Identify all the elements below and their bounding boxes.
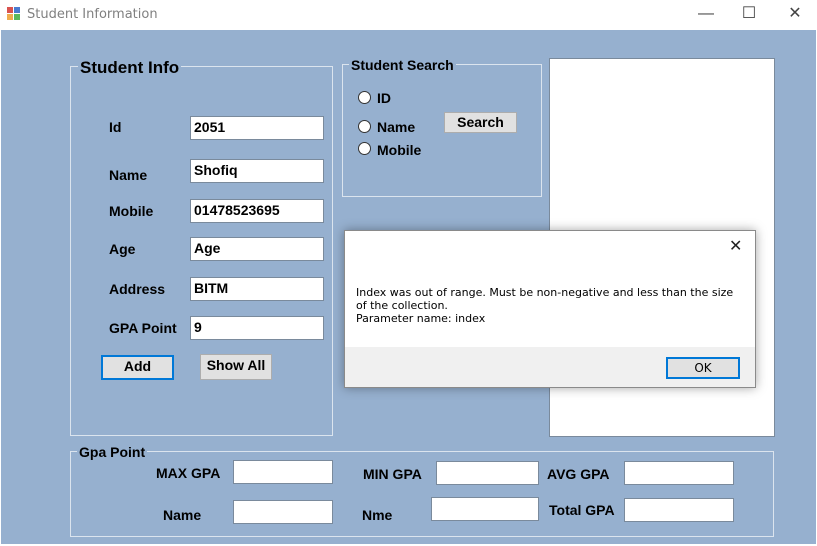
show-all-button[interactable]: Show All xyxy=(200,354,272,380)
radio-name[interactable] xyxy=(358,120,371,133)
radio-name-label[interactable]: Name xyxy=(377,119,415,135)
total-gpa-label: Total GPA xyxy=(549,502,615,518)
student-info-legend: Student Info xyxy=(78,58,182,78)
title-bar: Student Information — ☐ ✕ xyxy=(0,0,817,30)
name-label: Name xyxy=(109,167,148,183)
close-icon[interactable]: ✕ xyxy=(729,236,742,256)
name-field[interactable]: Shofiq xyxy=(190,159,324,183)
window-title: Student Information xyxy=(27,7,158,22)
error-message-line: Index was out of range. Must be non-nega… xyxy=(356,286,734,312)
total-gpa-field[interactable] xyxy=(624,498,734,522)
gpa-name-field[interactable] xyxy=(233,500,333,524)
nme-field[interactable] xyxy=(431,497,539,521)
radio-id-label[interactable]: ID xyxy=(377,90,391,106)
app-icon xyxy=(7,7,21,21)
radio-mobile[interactable] xyxy=(358,142,371,155)
gpa-name-label: Name xyxy=(163,507,202,523)
min-gpa-field[interactable] xyxy=(436,461,539,485)
max-gpa-field[interactable] xyxy=(233,460,333,484)
gpa-point-field[interactable]: 9 xyxy=(190,316,324,340)
error-parameter-line: Parameter name: index xyxy=(356,312,486,325)
gpa-point-legend: Gpa Point xyxy=(77,444,148,460)
search-button[interactable]: Search xyxy=(444,112,517,133)
minimize-button[interactable]: — xyxy=(683,0,729,30)
radio-id[interactable] xyxy=(358,91,371,104)
address-field[interactable]: BITM xyxy=(190,277,324,301)
avg-gpa-label: AVG GPA xyxy=(547,466,610,482)
gpa-point-label: GPA Point xyxy=(109,320,177,336)
close-window-button[interactable]: ✕ xyxy=(772,0,817,30)
error-message-dialog: ✕ Index was out of range. Must be non-ne… xyxy=(344,230,756,388)
age-field[interactable]: Age xyxy=(190,237,324,261)
maximize-button[interactable]: ☐ xyxy=(726,0,772,30)
mobile-field[interactable]: 01478523695 xyxy=(190,199,324,223)
min-gpa-label: MIN GPA xyxy=(363,466,422,482)
nme-label: Nme xyxy=(362,507,393,523)
max-gpa-label: MAX GPA xyxy=(156,465,221,481)
dialog-footer: OK xyxy=(345,347,755,387)
error-message-text: Index was out of range. Must be non-nega… xyxy=(356,286,741,325)
ok-button[interactable]: OK xyxy=(666,357,740,379)
student-search-legend: Student Search xyxy=(349,57,456,73)
id-label: Id xyxy=(109,119,122,135)
id-field[interactable]: 2051 xyxy=(190,116,324,140)
avg-gpa-field[interactable] xyxy=(624,461,734,485)
address-label: Address xyxy=(109,281,166,297)
add-button[interactable]: Add xyxy=(101,355,174,380)
mobile-label: Mobile xyxy=(109,203,154,219)
age-label: Age xyxy=(109,241,136,257)
radio-mobile-label[interactable]: Mobile xyxy=(377,142,421,158)
